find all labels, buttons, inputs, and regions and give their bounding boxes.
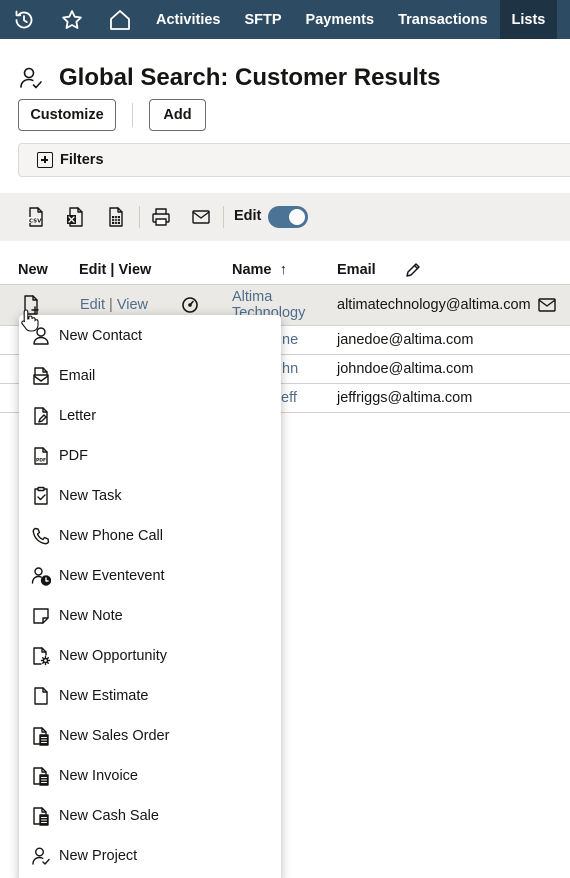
column-header-new: New xyxy=(18,262,48,278)
invoice-icon xyxy=(33,767,49,786)
note-icon xyxy=(33,608,49,624)
menu-item-label: Letter xyxy=(59,408,97,424)
menu-item-new-cash-sale[interactable]: New Cash Sale xyxy=(19,796,281,836)
menu-item-new-sales-order[interactable]: New Sales Order xyxy=(19,716,281,756)
menu-item-new-event[interactable]: New Eventevent xyxy=(19,556,281,596)
menu-item-new-phone-call[interactable]: New Phone Call xyxy=(19,516,281,556)
customer-name-link[interactable]: hn xyxy=(282,361,298,377)
page-title: Global Search: Customer Results xyxy=(59,64,441,91)
sort-ascending-icon: ↑ xyxy=(279,262,287,278)
tab-reports[interactable]: Re xyxy=(557,0,570,39)
tab-lists[interactable]: Lists xyxy=(499,0,558,39)
menu-item-label: New Opportunity xyxy=(59,648,167,664)
customer-name-link[interactable]: eff xyxy=(281,390,297,406)
menu-item-new-note[interactable]: New Note xyxy=(19,596,281,636)
estimate-icon xyxy=(34,687,48,705)
customize-button[interactable]: Customize xyxy=(18,99,116,131)
menu-item-new-invoice[interactable]: New Invoice xyxy=(19,756,281,796)
menu-item-new-opportunity[interactable]: New Opportunity xyxy=(19,636,281,676)
email-cell[interactable]: jeffriggs@altima.com xyxy=(337,390,472,406)
task-icon xyxy=(34,486,48,505)
print-icon[interactable] xyxy=(150,206,172,228)
menu-item-new-project[interactable]: New Project xyxy=(19,836,281,876)
customer-icon xyxy=(20,67,42,89)
history-icon[interactable] xyxy=(0,0,48,39)
menu-item-label: New Task xyxy=(59,488,122,504)
menu-item-letter[interactable]: Letter xyxy=(19,396,281,436)
menu-item-label: New Cash Sale xyxy=(59,808,159,824)
add-button[interactable]: Add xyxy=(149,99,206,131)
email-icon[interactable] xyxy=(190,206,212,228)
filters-label: Filters xyxy=(60,152,104,168)
toggle-knob xyxy=(289,209,305,225)
pdf-icon: PDF xyxy=(34,447,48,465)
menu-item-label: New Note xyxy=(59,608,123,624)
filters-bar[interactable]: Filters xyxy=(18,143,570,177)
link-separator: | xyxy=(109,297,113,313)
edit-mode-toggle[interactable] xyxy=(268,206,308,228)
column-header-email: Email xyxy=(337,262,376,278)
menu-item-label: PDF xyxy=(59,448,88,464)
expand-plus-icon xyxy=(37,152,53,168)
tab-transactions[interactable]: Transactions xyxy=(386,0,499,39)
tab-payments[interactable]: Payments xyxy=(294,0,387,39)
button-divider xyxy=(132,103,133,127)
cash-sale-icon xyxy=(33,807,49,826)
top-navigation: Activities SFTP Payments Transactions Li… xyxy=(0,0,570,39)
menu-item-label: New Project xyxy=(59,848,138,864)
edit-mode-label: Edit xyxy=(234,208,262,224)
project-icon xyxy=(32,847,50,865)
tab-activities[interactable]: Activities xyxy=(144,0,232,39)
name-line: Altima xyxy=(232,289,273,305)
page-header: Global Search: Customer Results xyxy=(18,60,440,96)
view-link[interactable]: View xyxy=(117,297,148,313)
menu-item-new-task[interactable]: New Task xyxy=(19,476,281,516)
send-email-icon[interactable] xyxy=(537,295,557,319)
phone-icon xyxy=(32,527,50,545)
svg-text:CSV: CSV xyxy=(29,219,42,225)
name-header-label: Name xyxy=(232,262,272,278)
excel-export-icon[interactable] xyxy=(64,206,86,228)
svg-text:PDF: PDF xyxy=(36,458,46,464)
new-record-menu: New Contact Email Letter PDF PDF New Tas… xyxy=(19,315,281,878)
menu-item-label: New Eventevent xyxy=(59,568,165,584)
email-icon xyxy=(33,367,49,385)
pdf-export-icon[interactable] xyxy=(105,206,127,228)
toolbar-divider xyxy=(223,206,224,228)
menu-item-label: New Phone Call xyxy=(59,528,163,544)
menu-item-label: New Contact xyxy=(59,328,143,344)
menu-item-label: New Sales Order xyxy=(59,728,170,744)
menu-item-pdf[interactable]: PDF PDF xyxy=(19,436,281,476)
column-header-edit-view: Edit | View xyxy=(79,262,152,278)
menu-item-email[interactable]: Email xyxy=(19,356,281,396)
event-icon xyxy=(31,567,51,586)
toolbar-divider xyxy=(139,206,140,228)
sales-order-icon xyxy=(33,727,49,746)
menu-item-new-estimate[interactable]: New Estimate xyxy=(19,676,281,716)
email-cell[interactable]: janedoe@altima.com xyxy=(337,332,473,348)
home-icon[interactable] xyxy=(96,0,144,39)
edit-column-pencil-icon[interactable] xyxy=(404,261,422,283)
star-icon[interactable] xyxy=(48,0,96,39)
email-cell[interactable]: johndoe@altima.com xyxy=(337,361,473,377)
edit-link[interactable]: Edit xyxy=(80,297,105,313)
column-header-name[interactable]: Name ↑ xyxy=(232,262,287,278)
customer-name-link[interactable]: ne xyxy=(282,332,298,348)
menu-item-label: Email xyxy=(59,368,96,384)
tab-sftp[interactable]: SFTP xyxy=(232,0,293,39)
letter-icon xyxy=(34,407,48,425)
email-cell[interactable]: altimatechnology@altima.com xyxy=(337,297,531,313)
hand-cursor-icon xyxy=(20,308,40,332)
edit-view-links: Edit | View xyxy=(80,297,148,313)
menu-item-label: New Estimate xyxy=(59,688,149,704)
csv-export-icon[interactable]: CSV xyxy=(25,206,47,228)
opportunity-icon xyxy=(33,647,51,666)
menu-item-label: New Invoice xyxy=(59,768,138,784)
menu-item-new-contact[interactable]: New Contact xyxy=(19,316,281,356)
